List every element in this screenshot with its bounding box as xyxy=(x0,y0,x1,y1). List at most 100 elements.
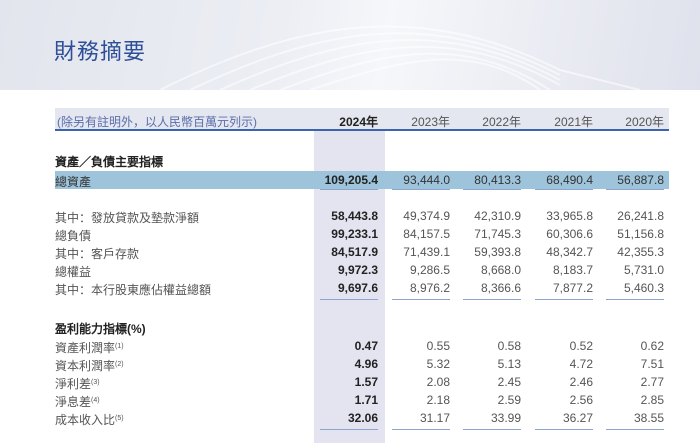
footnote-marker: (2) xyxy=(115,361,124,368)
table-row: 其中：發放貸款及墊款淨額 58,443.8 49,374.9 42,310.9 33,9… xyxy=(55,207,669,225)
table-row: 成本收入比(5) 32.06 31.17 33.99 36.27 38.55 xyxy=(55,409,669,427)
value-cell: 2.59 xyxy=(497,393,521,407)
value-cell: 80,413.3 xyxy=(474,173,521,187)
row-label-text: 其中：本行股東應佔權益總額 xyxy=(55,283,212,297)
value-cell: 2.08 xyxy=(426,375,450,389)
year-header: 2023年 xyxy=(411,115,450,129)
row-label: 其中：客戶存款 xyxy=(55,245,139,262)
value-cell: 8,668.0 xyxy=(480,263,521,277)
value-cell: 71,439.1 xyxy=(403,245,450,259)
row-label-text: 淨利差 xyxy=(55,377,92,391)
value-cell: 58,443.8 xyxy=(331,209,378,223)
section-heading: 盈利能力指標(%) xyxy=(55,322,146,336)
value-cell: 36.27 xyxy=(562,411,593,425)
underline-divider xyxy=(535,189,593,190)
underline-divider xyxy=(463,299,521,300)
row-label: 總權益 xyxy=(55,263,91,280)
value-cell: 0.47 xyxy=(354,339,378,353)
year-header: 2020年 xyxy=(625,115,664,129)
value-cell: 59,393.8 xyxy=(474,245,521,259)
value-cell: 84,157.5 xyxy=(403,227,450,241)
row-label: 其中：本行股東應佔權益總額 xyxy=(55,281,211,298)
value-cell: 2.18 xyxy=(426,393,450,407)
value-cell: 7.51 xyxy=(640,357,664,371)
value-cell: 7,877.2 xyxy=(552,281,593,295)
underline-divider xyxy=(606,429,664,430)
underline-divider xyxy=(606,299,664,300)
value-cell: 0.55 xyxy=(426,339,450,353)
underline-divider xyxy=(392,189,450,190)
value-cell: 51,156.8 xyxy=(617,227,664,241)
underline-divider xyxy=(320,429,378,430)
table-row: 資產利潤率(1) 0.47 0.55 0.58 0.52 0.62 xyxy=(55,337,669,355)
row-label: 淨息差(4) xyxy=(55,393,100,410)
value-cell: 5,460.3 xyxy=(623,281,664,295)
row-label: 淨利差(3) xyxy=(55,375,100,392)
value-cell: 33,965.8 xyxy=(546,209,593,223)
value-cell: 4.72 xyxy=(569,357,593,371)
value-cell: 0.52 xyxy=(569,339,593,353)
value-cell: 68,490.4 xyxy=(546,173,593,187)
value-cell: 49,374.9 xyxy=(403,209,450,223)
table-row: 總資產 109,205.4 93,444.0 80,413.3 68,490.4 56,8… xyxy=(55,171,669,189)
row-label-text: 淨息差 xyxy=(55,395,92,409)
underline-divider xyxy=(463,189,521,190)
value-cell: 109,205.4 xyxy=(324,173,378,187)
row-label: 總資產 xyxy=(55,173,91,190)
row-label-text: 總資產 xyxy=(55,175,92,189)
row-label-text: 其中：客戶存款 xyxy=(55,247,140,261)
year-header: 2024年 xyxy=(339,115,378,129)
underline-divider xyxy=(320,299,378,300)
value-cell: 0.58 xyxy=(497,339,521,353)
value-cell: 8,366.6 xyxy=(480,281,521,295)
table-row: 總負債 99,233.1 84,157.5 71,745.3 60,306.6 51,15… xyxy=(55,225,669,243)
value-cell: 42,310.9 xyxy=(474,209,521,223)
table-row: 總權益 9,972.3 9,286.5 8,668.0 8,183.7 5,731.0 xyxy=(55,261,669,279)
row-label-text: 資本利潤率 xyxy=(55,359,116,373)
row-label: 成本收入比(5) xyxy=(55,411,124,428)
footnote-marker: (1) xyxy=(115,343,124,350)
year-header: 2021年 xyxy=(554,115,593,129)
row-label-text: 總權益 xyxy=(55,265,92,279)
table-header: (除另有註明外，以人民幣百萬元列示) 2024年 2023年 2022年 2021年 2… xyxy=(55,108,669,131)
section-heading: 資產／負債主要指標 xyxy=(55,155,164,169)
value-cell: 48,342.7 xyxy=(546,245,593,259)
value-cell: 26,241.8 xyxy=(617,209,664,223)
underline-divider xyxy=(320,189,378,190)
value-cell: 5.13 xyxy=(497,357,521,371)
header-banner: 財務摘要 xyxy=(0,0,700,90)
value-cell: 1.57 xyxy=(354,375,378,389)
value-cell: 2.77 xyxy=(640,375,664,389)
row-label-text: 總負債 xyxy=(55,229,92,243)
underline-divider xyxy=(392,299,450,300)
underline-divider xyxy=(392,429,450,430)
unit-note: (除另有註明外，以人民幣百萬元列示) xyxy=(57,115,257,129)
row-label-text: 成本收入比 xyxy=(55,413,116,427)
footnote-marker: (3) xyxy=(91,379,100,386)
value-cell: 9,697.6 xyxy=(337,281,378,295)
value-cell: 5.32 xyxy=(426,357,450,371)
table-row: 其中：本行股東應佔權益總額 9,697.6 8,976.2 8,366.6 7,877.… xyxy=(55,279,669,297)
value-cell: 60,306.6 xyxy=(546,227,593,241)
value-cell: 32.06 xyxy=(347,411,378,425)
value-cell: 31.17 xyxy=(419,411,450,425)
value-cell: 2.85 xyxy=(640,393,664,407)
value-cell: 2.45 xyxy=(497,375,521,389)
value-cell: 8,976.2 xyxy=(409,281,450,295)
value-cell: 99,233.1 xyxy=(331,227,378,241)
year-header: 2022年 xyxy=(482,115,521,129)
underline-divider xyxy=(535,429,593,430)
value-cell: 9,286.5 xyxy=(409,263,450,277)
underline-divider xyxy=(463,429,521,430)
page-title: 財務摘要 xyxy=(54,39,147,64)
value-cell: 2.46 xyxy=(569,375,593,389)
value-cell: 8,183.7 xyxy=(552,263,593,277)
value-cell: 33.99 xyxy=(490,411,521,425)
value-cell: 0.62 xyxy=(640,339,664,353)
value-cell: 42,355.3 xyxy=(617,245,664,259)
row-label: 其中：發放貸款及墊款淨額 xyxy=(55,209,199,226)
value-cell: 1.71 xyxy=(354,393,378,407)
value-cell: 84,517.9 xyxy=(331,245,378,259)
row-label: 總負債 xyxy=(55,227,91,244)
table-row: 淨利差(3) 1.57 2.08 2.45 2.46 2.77 xyxy=(55,373,669,391)
